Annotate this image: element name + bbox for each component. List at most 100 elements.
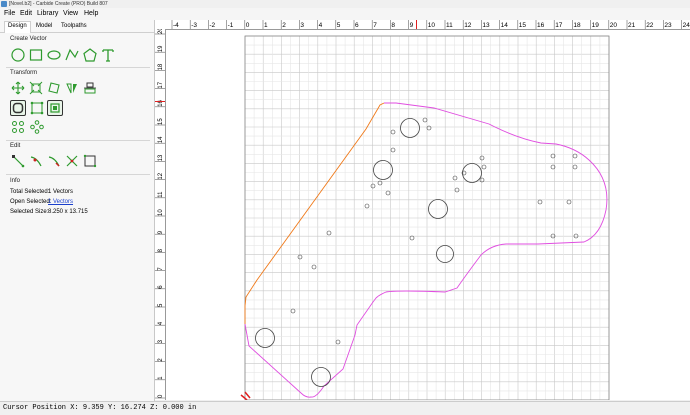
small-hole[interactable] — [454, 187, 460, 193]
ruler-label: 14 — [501, 22, 509, 29]
panel-tabs: Design Model Toolpaths — [0, 20, 154, 33]
small-hole[interactable] — [572, 153, 578, 159]
move-tool-icon[interactable] — [10, 80, 26, 96]
hole-circle[interactable] — [400, 118, 420, 138]
window-title: [Novel.b2] - Carbide Create (PRO) Build … — [9, 1, 108, 7]
small-hole[interactable] — [479, 155, 485, 161]
break-tool-icon[interactable] — [64, 153, 80, 169]
open-vectors-link[interactable]: 1 Vectors — [48, 199, 73, 205]
section-info: Info — [10, 178, 21, 184]
tab-model[interactable]: Model — [33, 22, 55, 31]
small-hole[interactable] — [385, 190, 391, 196]
ruler-label: 7 — [373, 22, 377, 29]
cursor-x: 9.359 — [82, 404, 104, 412]
rotate-tool-icon[interactable] — [46, 80, 62, 96]
ruler-label: 22 — [646, 22, 654, 29]
info-selected-size-label: Selected Size: — [10, 209, 49, 215]
small-hole[interactable] — [537, 199, 543, 205]
ruler-label: -1 — [228, 22, 234, 29]
boolean-tool-icon[interactable] — [47, 100, 63, 116]
text-tool-icon[interactable] — [100, 47, 116, 63]
design-canvas[interactable] — [166, 30, 690, 400]
menu-file[interactable]: File — [4, 8, 15, 20]
ruler-label: 4 — [319, 22, 323, 29]
section-create-vector: Create Vector — [10, 36, 47, 42]
small-hole[interactable] — [452, 175, 458, 181]
design-panel: Design Model Toolpaths Create Vector Tra… — [0, 20, 155, 401]
trim-tool-icon[interactable] — [28, 153, 44, 169]
small-hole[interactable] — [370, 183, 376, 189]
ruler-label: 19 — [592, 22, 600, 29]
circle-tool-icon[interactable] — [10, 47, 26, 63]
ruler-label: 1 — [158, 376, 164, 380]
small-hole[interactable] — [364, 203, 370, 209]
scale-tool-icon[interactable] — [28, 80, 44, 96]
ruler-label: 11 — [158, 191, 164, 198]
small-hole[interactable] — [390, 129, 396, 135]
polygon-tool-icon[interactable] — [82, 47, 98, 63]
small-hole[interactable] — [572, 164, 578, 170]
ruler-label: 15 — [519, 22, 527, 29]
cursor-marker-x — [416, 20, 417, 29]
ruler-label: 5 — [337, 22, 341, 29]
hole-circle[interactable] — [311, 367, 331, 387]
extend-tool-icon[interactable] — [46, 153, 62, 169]
small-hole[interactable] — [390, 147, 396, 153]
mirror-tool-icon[interactable] — [64, 80, 80, 96]
small-hole[interactable] — [326, 230, 332, 236]
circular-array-tool-icon[interactable] — [29, 119, 45, 135]
tab-toolpaths[interactable]: Toolpaths — [58, 22, 90, 31]
grid-array-tool-icon[interactable] — [10, 119, 26, 135]
title-bar: [Novel.b2] - Carbide Create (PRO) Build … — [0, 0, 690, 8]
design-canvas-svg[interactable] — [166, 30, 690, 400]
small-hole[interactable] — [566, 199, 572, 205]
info-selected-size: Selected Size: 8.250 x 13.715 — [10, 209, 88, 215]
ellipse-tool-icon[interactable] — [46, 47, 62, 63]
info-total-selected: Total Selected: 1 Vectors — [10, 189, 73, 195]
small-hole[interactable] — [335, 339, 341, 345]
node-edit-tool-icon[interactable] — [10, 153, 26, 169]
small-hole[interactable] — [426, 125, 432, 131]
align-tool-icon[interactable] — [82, 80, 98, 96]
horizontal-ruler: -4 -3 -2 -1 0 1 2 3 4 5 6 7 8 9 10 11 12 13 14 15 16 17 18 19 20… — [155, 20, 690, 30]
ruler-label: 9 — [158, 230, 164, 234]
ruler-label: 0 — [158, 394, 164, 398]
status-bar: Cursor Position X: 9.359 Y: 16.274 Z: 0.… — [0, 401, 690, 415]
menu-bar: File Edit Library View Help — [0, 8, 690, 20]
offset-tool-icon[interactable] — [10, 100, 26, 116]
info-open-selected-label: Open Selected: — [10, 199, 52, 205]
small-hole[interactable] — [290, 308, 296, 314]
vectors — [240, 102, 608, 400]
ruler-label: 8 — [158, 248, 164, 252]
hole-circle[interactable] — [462, 163, 482, 183]
app-icon — [1, 1, 7, 7]
outline-vector[interactable] — [244, 102, 608, 398]
small-hole[interactable] — [409, 235, 415, 241]
join-tool-icon[interactable] — [29, 100, 45, 116]
ruler-label: 6 — [355, 22, 359, 29]
close-vector-tool-icon[interactable] — [82, 153, 98, 169]
ruler-label: 4 — [158, 321, 164, 325]
polyline-tool-icon[interactable] — [64, 47, 80, 63]
menu-library[interactable]: Library — [37, 8, 58, 20]
menu-help[interactable]: Help — [84, 8, 98, 20]
ruler-label: 1 — [264, 22, 268, 29]
info-open-selected: Open Selected: 1 Vectors — [10, 199, 73, 205]
small-hole[interactable] — [311, 264, 317, 270]
menu-edit[interactable]: Edit — [20, 8, 32, 20]
small-hole[interactable] — [297, 254, 303, 260]
ruler-label: 3 — [300, 22, 304, 29]
rectangle-tool-icon[interactable] — [28, 47, 44, 63]
small-hole[interactable] — [422, 117, 428, 123]
hole-circle[interactable] — [255, 328, 275, 348]
menu-view[interactable]: View — [63, 8, 78, 20]
ruler-label: 0 — [246, 22, 250, 29]
grid — [244, 35, 610, 400]
horizontal-ruler-scale: -4 -3 -2 -1 0 1 2 3 4 5 6 7 8 9 10 11 12 13 14 15 16 17 18 19 20… — [171, 20, 690, 29]
small-hole[interactable] — [481, 164, 487, 170]
origin-marker — [240, 391, 251, 400]
info-selected-size-value: 8.250 x 13.715 — [48, 209, 88, 215]
tab-design[interactable]: Design — [4, 21, 31, 33]
vertical-ruler-scale: 20191817161514131211109876543210 — [155, 29, 165, 399]
ruler-label: 21 — [628, 22, 636, 29]
